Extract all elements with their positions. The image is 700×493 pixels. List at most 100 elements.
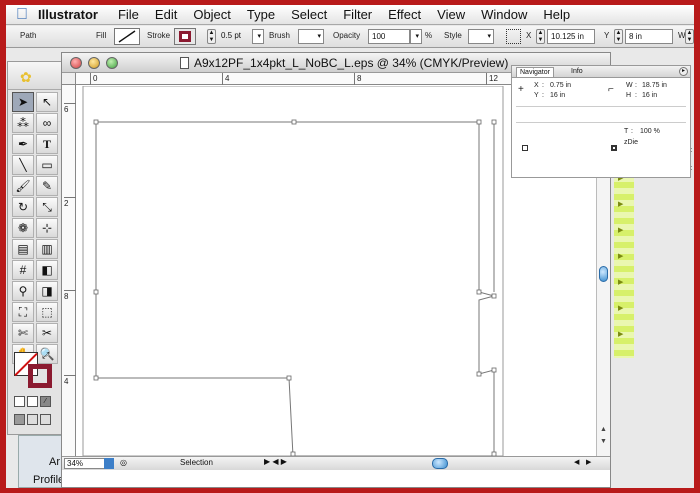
none-mode-icon[interactable]: ⁄: [40, 396, 51, 407]
tab-info[interactable]: Info: [568, 67, 586, 76]
info-w-colon: :: [635, 82, 637, 89]
fill-label: Fill: [96, 31, 107, 40]
illustrator-flower-icon: ✿: [20, 69, 32, 85]
rectangle-tool-icon[interactable]: ▭: [36, 155, 58, 175]
style-label: Style: [444, 31, 462, 40]
menu-type[interactable]: Type: [247, 7, 275, 22]
live-paint-bucket-icon[interactable]: ⛶: [12, 302, 34, 322]
scale-tool-icon[interactable]: ⤡: [36, 197, 58, 217]
lasso-tool-icon[interactable]: ∞: [36, 113, 58, 133]
info-w-label: W: [626, 82, 633, 89]
menu-edit[interactable]: Edit: [155, 7, 177, 22]
menu-object[interactable]: Object: [193, 7, 231, 22]
tab-navigator[interactable]: Navigator: [516, 67, 554, 77]
menu-effect[interactable]: Effect: [388, 7, 421, 22]
opacity-field[interactable]: 100: [368, 29, 410, 44]
brush-label: Brush: [269, 31, 290, 40]
artboard-rect[interactable]: [82, 85, 504, 457]
die-path[interactable]: [95, 121, 496, 457]
status-text[interactable]: Selection: [180, 458, 213, 467]
type-tool-icon[interactable]: T: [36, 134, 58, 154]
swap-fill-stroke-icon[interactable]: ⤢: [42, 350, 49, 361]
close-button[interactable]: [70, 57, 82, 69]
scroll-down-arrow-icon[interactable]: ▼: [600, 438, 607, 445]
stroke-swatch[interactable]: [174, 28, 196, 45]
control-bar: Path Fill Stroke ▲ ▼ 0.5 pt ▾ Brush ▾ Opa…: [6, 26, 694, 48]
color-modes: ⁄: [14, 396, 51, 407]
direct-selection-tool-icon[interactable]: ↖: [36, 92, 58, 112]
x-field[interactable]: 10.125 in: [547, 29, 595, 44]
info-divider: [516, 122, 686, 123]
apple-menu-icon[interactable]: : [6, 6, 38, 24]
horizontal-scroll-thumb[interactable]: [432, 458, 448, 469]
style-dropdown[interactable]: ▾: [468, 29, 494, 44]
blend-tool-icon[interactable]: ◨: [36, 281, 58, 301]
live-paint-selection-icon[interactable]: ⬚: [36, 302, 58, 322]
menu-file[interactable]: File: [118, 7, 139, 22]
ruler-v-tick: 8: [64, 290, 76, 301]
full-screen-icon[interactable]: [40, 414, 51, 425]
stroke-color-icon: [179, 31, 191, 42]
info-divider: [516, 106, 686, 107]
zoom-dropdown-icon[interactable]: [104, 458, 114, 469]
pen-tool-icon[interactable]: ✒: [12, 134, 34, 154]
menu-app-name[interactable]: Illustrator: [38, 7, 98, 22]
menu-select[interactable]: Select: [291, 7, 327, 22]
ruler-origin[interactable]: [62, 73, 76, 85]
info-t-value: 100 %: [640, 128, 660, 135]
w-stepper[interactable]: ▲ ▼: [685, 29, 694, 44]
color-mode-icon[interactable]: [14, 396, 25, 407]
palette-menu-icon[interactable]: ▸: [679, 67, 688, 76]
swatch-strip: ▶ ▶ ▶ ▶ ▶ ▶ ▶: [614, 170, 634, 358]
selection-tool-icon[interactable]: ➤: [12, 92, 34, 112]
zoom-button[interactable]: [106, 57, 118, 69]
slice-tool-icon[interactable]: ✄: [12, 323, 34, 343]
paintbrush-tool-icon[interactable]: 🖌: [12, 176, 34, 196]
menu-view[interactable]: View: [437, 7, 465, 22]
vertical-ruler[interactable]: 6 2 8 4: [62, 85, 76, 457]
y-field[interactable]: 8 in: [625, 29, 673, 44]
rotate-tool-icon[interactable]: ↻: [12, 197, 34, 217]
menu-help[interactable]: Help: [543, 7, 570, 22]
menu-filter[interactable]: Filter: [343, 7, 372, 22]
free-transform-tool-icon[interactable]: ⊹: [36, 218, 58, 238]
y-stepper[interactable]: ▲ ▼: [614, 29, 623, 44]
stroke-weight-dropdown[interactable]: ▾: [252, 29, 264, 44]
palette-label-ar: Ar: [49, 456, 60, 468]
scroll-up-arrow-icon[interactable]: ▲: [600, 426, 607, 433]
scroll-right-arrow-icon[interactable]: ▶: [586, 458, 591, 466]
gradient-mode-icon[interactable]: [27, 396, 38, 407]
opacity-dropdown[interactable]: ▾: [410, 29, 422, 44]
gradient-tool-icon[interactable]: ◧: [36, 260, 58, 280]
fill-swatch[interactable]: [114, 28, 140, 45]
scroll-left-arrow-icon[interactable]: ◀: [574, 458, 579, 466]
scissors-tool-icon[interactable]: ✂: [36, 323, 58, 343]
stroke-weight-field[interactable]: 0.5 pt: [218, 29, 254, 44]
reference-point-icon[interactable]: [506, 29, 521, 44]
stroke-color-icon[interactable]: [28, 364, 52, 388]
symbol-sprayer-tool-icon[interactable]: ▤: [12, 239, 34, 259]
brush-dropdown[interactable]: ▾: [298, 29, 324, 44]
status-gear-icon[interactable]: ◎: [120, 458, 127, 467]
line-tool-icon[interactable]: ╲: [12, 155, 34, 175]
info-palette-tabs: Navigator Info ▸: [512, 66, 690, 78]
full-screen-menu-icon[interactable]: [27, 414, 38, 425]
strip-marker-icon: ▶: [618, 331, 624, 338]
vertical-scroll-thumb[interactable]: [599, 266, 608, 282]
column-graph-tool-icon[interactable]: ▥: [36, 239, 58, 259]
x-stepper[interactable]: ▲ ▼: [536, 29, 545, 44]
stroke-label: Stroke: [147, 31, 171, 40]
status-arrows-icon[interactable]: ▶ ◀ ▶: [264, 457, 287, 466]
standard-screen-icon[interactable]: [14, 414, 25, 425]
mesh-tool-icon[interactable]: #: [12, 260, 34, 280]
status-bar: 34% ◎ Selection ▶ ◀ ▶ ◀ ▶: [62, 456, 610, 470]
stroke-weight-stepper[interactable]: ▲ ▼: [207, 29, 216, 44]
menu-window[interactable]: Window: [481, 7, 527, 22]
warp-tool-icon[interactable]: ❁: [12, 218, 34, 238]
fill-stroke-widget[interactable]: ⤢: [14, 350, 58, 390]
anchor-points: [93, 119, 497, 457]
pencil-tool-icon[interactable]: ✎: [36, 176, 58, 196]
eyedropper-tool-icon[interactable]: ⚲: [12, 281, 34, 301]
magic-wand-tool-icon[interactable]: ⁂: [12, 113, 34, 133]
minimize-button[interactable]: [88, 57, 100, 69]
